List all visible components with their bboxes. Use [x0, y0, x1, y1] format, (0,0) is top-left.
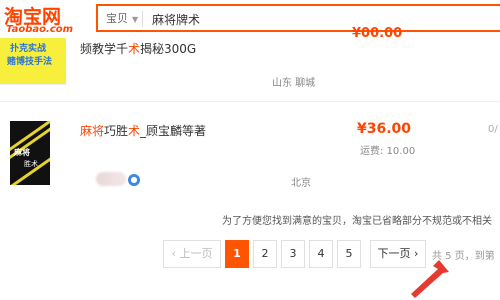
results-notice: 为了方便您找到满意的宝贝，淘宝已省略部分不规范或不相关: [222, 216, 492, 227]
wangwang-icon[interactable]: ●: [128, 174, 140, 186]
item-title-highlight: 术: [128, 42, 141, 56]
page-button-2[interactable]: 2: [253, 240, 277, 268]
item-location: 北京: [291, 178, 311, 189]
page-button-4[interactable]: 4: [309, 240, 333, 268]
item-shipping-fee: 运费: 10.00: [360, 146, 416, 157]
search-divider: [142, 11, 143, 27]
prev-page-button[interactable]: ‹ 上一页: [163, 240, 221, 268]
search-bar: 宝贝 ▼: [96, 4, 500, 32]
item-price: ¥00.00: [352, 26, 403, 41]
item-price: ¥36.00: [357, 121, 412, 137]
page-button-5[interactable]: 5: [337, 240, 361, 268]
item-thumbnail[interactable]: 扑克实战 赌博技手法: [0, 38, 66, 85]
search-category-label: 宝贝: [106, 12, 128, 25]
item-location: 山东 聊城: [272, 78, 316, 89]
annotation-arrow-icon: [411, 260, 449, 298]
item-sales-count: 0/: [488, 124, 498, 135]
item-title-text: 巧胜: [104, 124, 129, 138]
item-title-text: 揭秘300G: [140, 42, 197, 56]
item-title-highlight: 麻将: [80, 124, 105, 138]
thumbnail-text: 赌博技手法: [7, 57, 53, 67]
taobao-logo[interactable]: 淘宝网 Taobao.com: [2, 0, 88, 38]
page-button-3[interactable]: 3: [281, 240, 305, 268]
thumbnail-text: 扑克实战: [10, 44, 47, 54]
item-title-highlight: 术: [128, 124, 141, 138]
item-thumbnail[interactable]: 麻将 胜术: [10, 121, 50, 185]
thumbnail-text: 胜术: [24, 160, 38, 168]
row-divider: [0, 101, 500, 102]
search-results-page: 淘宝网 Taobao.com 宝贝▼ 扑克实战 赌博技手法 频教学千术揭秘300…: [0, 0, 500, 300]
shop-name-blurred[interactable]: [96, 172, 126, 186]
item-title-text: 频教学千: [80, 42, 129, 56]
item-title-link[interactable]: 麻将巧胜术_顾宝麟等著: [80, 122, 206, 139]
chevron-down-icon: ▼: [132, 15, 139, 24]
item-title-text: _顾宝麟等著: [140, 124, 207, 138]
thumbnail-text: 麻将: [14, 148, 30, 157]
logo-domain: Taobao.com: [6, 24, 74, 35]
search-category-select[interactable]: 宝贝 ▼: [106, 10, 146, 26]
search-input[interactable]: [150, 8, 494, 30]
page-button-1[interactable]: 1: [225, 240, 249, 268]
item-title-link[interactable]: 频教学千术揭秘300G: [80, 40, 196, 57]
